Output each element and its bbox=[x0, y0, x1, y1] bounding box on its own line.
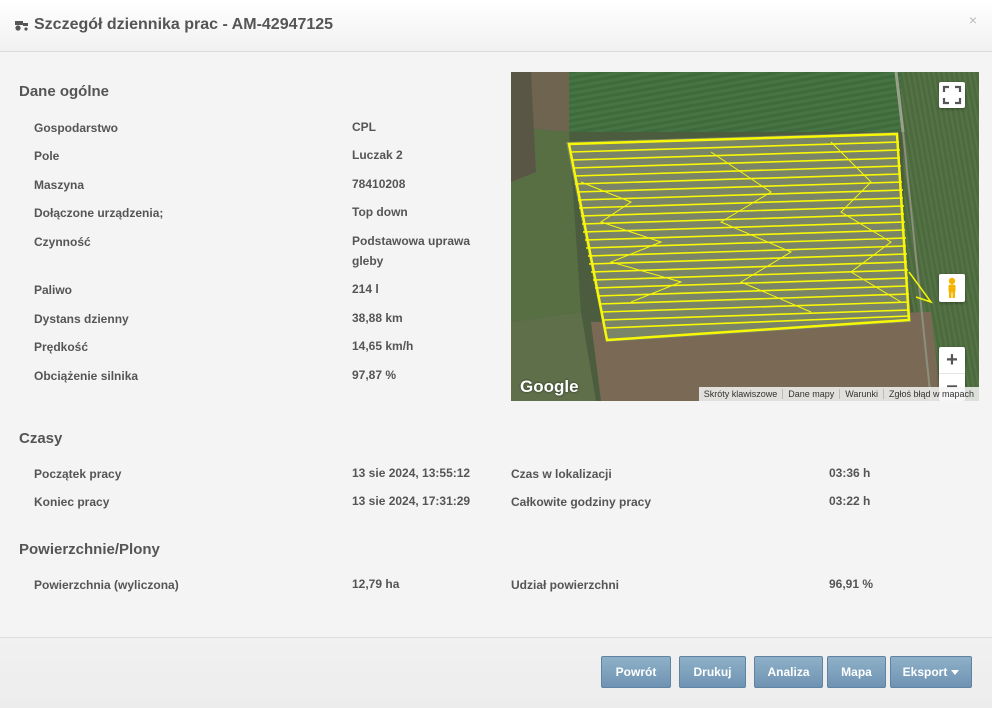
work-start-value: 13 sie 2024, 13:55:12 bbox=[352, 466, 471, 480]
street-view-button[interactable] bbox=[939, 274, 965, 302]
tractor-icon bbox=[15, 21, 28, 31]
modal-title-text: Szczegół dziennika prac - AM-42947125 bbox=[34, 16, 334, 33]
farm-value: CPL bbox=[352, 120, 376, 134]
analysis-button[interactable]: Analiza bbox=[754, 656, 823, 688]
daily-distance-value: 38,88 km bbox=[352, 311, 403, 325]
machine-value: 78410208 bbox=[352, 177, 406, 191]
field-map[interactable]: + − Google Skróty klawiszowe Dane mapy W… bbox=[511, 72, 979, 401]
fuel-label: Paliwo bbox=[34, 283, 73, 297]
activity-value-line2: gleby bbox=[352, 254, 384, 268]
zoom-in-button[interactable]: + bbox=[939, 347, 965, 373]
work-log-detail-modal: Szczegół dziennika prac - AM-42947125 × … bbox=[0, 0, 992, 708]
times-section-title: Czasy bbox=[19, 430, 63, 447]
fullscreen-icon bbox=[942, 85, 962, 105]
work-end-value: 13 sie 2024, 17:31:29 bbox=[352, 494, 471, 508]
general-section-title: Dane ogólne bbox=[19, 83, 110, 100]
computed-area-value: 12,79 ha bbox=[352, 577, 400, 591]
caret-down-icon bbox=[951, 669, 960, 675]
time-in-location-label: Czas w lokalizacji bbox=[511, 467, 612, 481]
speed-value: 14,65 km/h bbox=[352, 339, 414, 353]
attached-devices-value: Top down bbox=[352, 205, 408, 219]
back-button[interactable]: Powrót bbox=[601, 656, 671, 688]
area-share-value: 96,91 % bbox=[829, 577, 874, 591]
speed-label: Prędkość bbox=[34, 340, 89, 354]
work-end-label: Koniec pracy bbox=[34, 495, 110, 509]
export-button-label: Eksport bbox=[902, 665, 948, 679]
activity-value: Podstawowa uprawa bbox=[352, 234, 471, 248]
time-in-location-value: 03:36 h bbox=[829, 466, 871, 480]
field-value: Luczak 2 bbox=[352, 148, 403, 162]
farm-label: Gospodarstwo bbox=[34, 121, 119, 135]
print-button[interactable]: Drukuj bbox=[679, 656, 746, 688]
terms-link[interactable]: Warunki bbox=[839, 389, 883, 399]
keyboard-shortcuts-link[interactable]: Skróty klawiszowe bbox=[699, 389, 783, 399]
attached-devices-label: Dołączone urządzenia; bbox=[34, 206, 164, 220]
areas-section-title: Powierzchnie/Plony bbox=[19, 541, 160, 558]
area-share-label: Udział powierzchni bbox=[511, 578, 620, 592]
fullscreen-button[interactable] bbox=[939, 82, 965, 108]
map-data-link[interactable]: Dane mapy bbox=[782, 389, 839, 399]
activity-label: Czynność bbox=[34, 235, 91, 249]
modal-title: Szczegół dziennika prac - AM-42947125 bbox=[14, 16, 333, 34]
total-work-hours-label: Całkowite godziny pracy bbox=[511, 495, 652, 509]
google-logo: Google bbox=[520, 377, 579, 396]
pegman-icon bbox=[948, 277, 956, 298]
daily-distance-label: Dystans dzienny bbox=[34, 312, 129, 326]
map-button[interactable]: Mapa bbox=[827, 656, 886, 688]
computed-area-label: Powierzchnia (wyliczona) bbox=[34, 578, 179, 592]
map-attribution: Skróty klawiszowe Dane mapy Warunki Zgło… bbox=[698, 387, 979, 401]
engine-load-label: Obciążenie silnika bbox=[34, 369, 139, 383]
report-error-link[interactable]: Zgłoś błąd w mapach bbox=[882, 389, 979, 399]
total-work-hours-value: 03:22 h bbox=[829, 494, 871, 508]
field-label: Pole bbox=[34, 149, 60, 163]
work-start-label: Początek pracy bbox=[34, 467, 122, 481]
satellite-imagery bbox=[511, 72, 979, 401]
modal-header: Szczegół dziennika prac - AM-42947125 × bbox=[0, 0, 992, 52]
export-button[interactable]: Eksport bbox=[890, 656, 972, 688]
machine-label: Maszyna bbox=[34, 178, 85, 192]
engine-load-value: 97,87 % bbox=[352, 368, 397, 382]
fuel-value: 214 l bbox=[352, 282, 379, 296]
close-icon[interactable]: × bbox=[969, 12, 977, 28]
